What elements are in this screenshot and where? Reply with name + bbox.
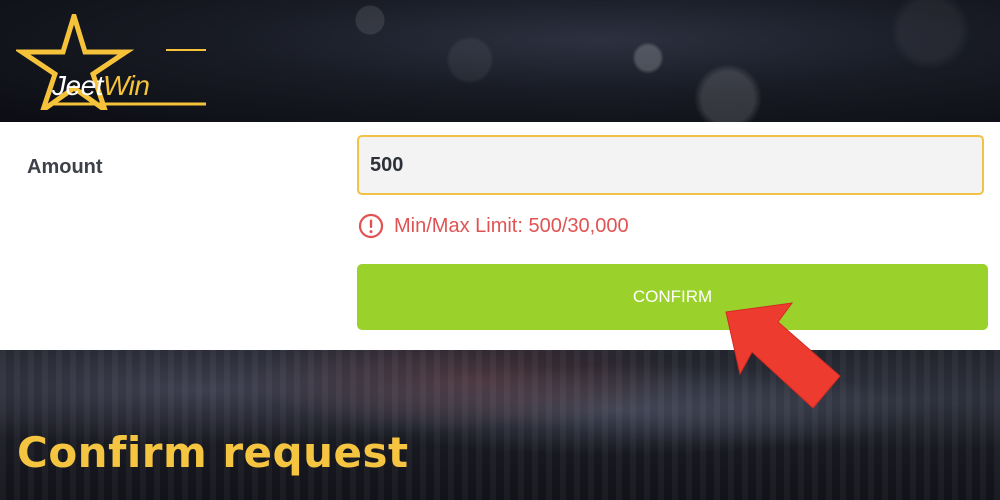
jeetwin-logo[interactable]: JeetWin bbox=[16, 14, 216, 110]
caption-title: Confirm request bbox=[17, 428, 409, 477]
brand-name-part2: Win bbox=[102, 70, 150, 101]
brand-name: JeetWin bbox=[52, 70, 150, 102]
limit-text: Min/Max Limit: 500/30,000 bbox=[394, 214, 629, 237]
withdraw-form: Amount Min/Max Limit: 500/30,000 CONFIRM bbox=[0, 122, 1000, 350]
alert-circle-icon bbox=[358, 213, 384, 239]
brand-name-part1: Jeet bbox=[52, 70, 103, 101]
footer-background bbox=[0, 350, 1000, 500]
amount-input[interactable] bbox=[357, 135, 984, 195]
confirm-button[interactable]: CONFIRM bbox=[357, 264, 988, 330]
limit-message: Min/Max Limit: 500/30,000 bbox=[358, 213, 629, 239]
screenshot-stage: JeetWin Amount Min/Max Limit: 500/30,000… bbox=[0, 0, 1000, 500]
amount-label: Amount bbox=[27, 156, 103, 178]
